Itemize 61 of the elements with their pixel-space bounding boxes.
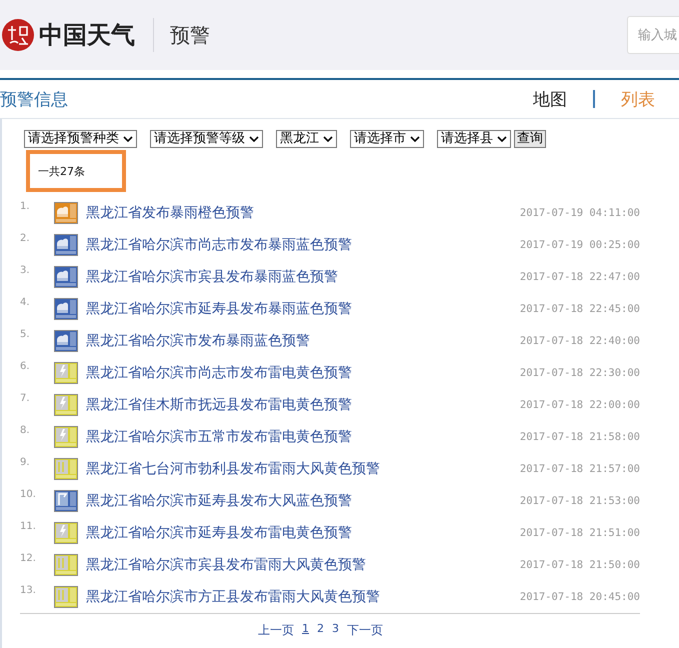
page-link[interactable]: 2 [317, 622, 324, 639]
alert-time: 2017-07-18 22:00:00 [520, 399, 640, 411]
result-count: 一共27条 [38, 164, 85, 178]
alert-time: 2017-07-18 22:30:00 [520, 367, 640, 379]
caret-icon [123, 136, 133, 142]
alert-link[interactable]: 黑龙江省哈尔滨市延寿县发布雷电黄色预警 [86, 524, 352, 542]
caret-icon [249, 136, 259, 142]
list-number: 3. [20, 264, 31, 276]
alert-link[interactable]: 黑龙江省哈尔滨市发布暴雨蓝色预警 [86, 332, 310, 350]
dropdown[interactable]: 请选择市 [350, 130, 424, 148]
view-tab[interactable]: 地图 [533, 88, 567, 110]
dropdown[interactable]: 请选择预警种类 [24, 130, 137, 148]
list-number: 8. [20, 424, 31, 436]
list-number: 2. [20, 232, 31, 244]
previous-page-link[interactable]: 上一页 [258, 622, 294, 639]
alert-link[interactable]: 黑龙江省哈尔滨市尚志市发布暴雨蓝色预警 [86, 236, 352, 254]
alert-time: 2017-07-18 20:45:00 [520, 591, 640, 603]
list-number: 11. [20, 520, 37, 532]
query-button[interactable]: 查询 [514, 130, 546, 148]
list-number: 7. [20, 392, 31, 404]
alert-time: 2017-07-18 21:53:00 [520, 495, 640, 507]
alert-link[interactable]: 黑龙江省哈尔滨市方正县发布雷雨大风黄色预警 [86, 588, 380, 606]
next-page-link[interactable]: 下一页 [347, 622, 383, 639]
alert-time: 2017-07-19 00:25:00 [520, 239, 640, 251]
alert-time: 2017-07-18 22:45:00 [520, 303, 640, 315]
list-number: 4. [20, 296, 31, 308]
list-number: 6. [20, 360, 31, 372]
caret-icon [323, 136, 333, 142]
dropdown[interactable]: 请选择预警等级 [150, 130, 263, 148]
alert-time: 2017-07-19 04:11:00 [520, 207, 640, 219]
alert-link[interactable]: 黑龙江省哈尔滨市延寿县发布暴雨蓝色预警 [86, 300, 352, 318]
alert-link[interactable]: 黑龙江省哈尔滨市五常市发布雷电黄色预警 [86, 428, 352, 446]
list-number: 10. [20, 488, 37, 500]
alert-time: 2017-07-18 21:50:00 [520, 559, 640, 571]
alert-link[interactable]: 黑龙江省佳木斯市抚远县发布雷电黄色预警 [86, 396, 352, 414]
page-link[interactable]: 1 [302, 622, 309, 639]
alert-time: 2017-07-18 22:40:00 [520, 335, 640, 347]
list-number: 9. [20, 456, 31, 468]
section-title: 预警 [170, 22, 210, 48]
caret-icon [497, 136, 507, 142]
alert-time: 2017-07-18 21:58:00 [520, 431, 640, 443]
list-number: 13. [20, 584, 37, 596]
alert-time: 2017-07-18 21:51:00 [520, 527, 640, 539]
site-name: 中国天气 [39, 18, 154, 52]
alert-link[interactable]: 黑龙江省发布暴雨橙色预警 [86, 204, 254, 222]
page-title: 预警信息 [0, 88, 68, 110]
alert-link[interactable]: 黑龙江省哈尔滨市延寿县发布大风蓝色预警 [86, 492, 352, 510]
alert-link[interactable]: 黑龙江省七台河市勃利县发布雷雨大风黄色预警 [86, 460, 380, 478]
caret-icon [410, 136, 420, 142]
alert-link[interactable]: 黑龙江省哈尔滨市宾县发布雷雨大风黄色预警 [86, 556, 366, 574]
dropdown[interactable]: 请选择县 [437, 130, 511, 148]
list-number: 1. [20, 200, 31, 212]
alert-time: 2017-07-18 22:47:00 [520, 271, 640, 283]
list-number: 5. [20, 328, 31, 340]
alert-time: 2017-07-18 21:57:00 [520, 463, 640, 475]
search-field[interactable]: 输入城 [627, 16, 679, 54]
dropdown[interactable]: 黑龙江 [276, 130, 337, 148]
alert-link[interactable]: 黑龙江省哈尔滨市宾县发布暴雨蓝色预警 [86, 268, 338, 286]
list-number: 12. [20, 552, 37, 564]
page-link[interactable]: 3 [332, 622, 339, 639]
alert-link[interactable]: 黑龙江省哈尔滨市尚志市发布雷电黄色预警 [86, 364, 352, 382]
